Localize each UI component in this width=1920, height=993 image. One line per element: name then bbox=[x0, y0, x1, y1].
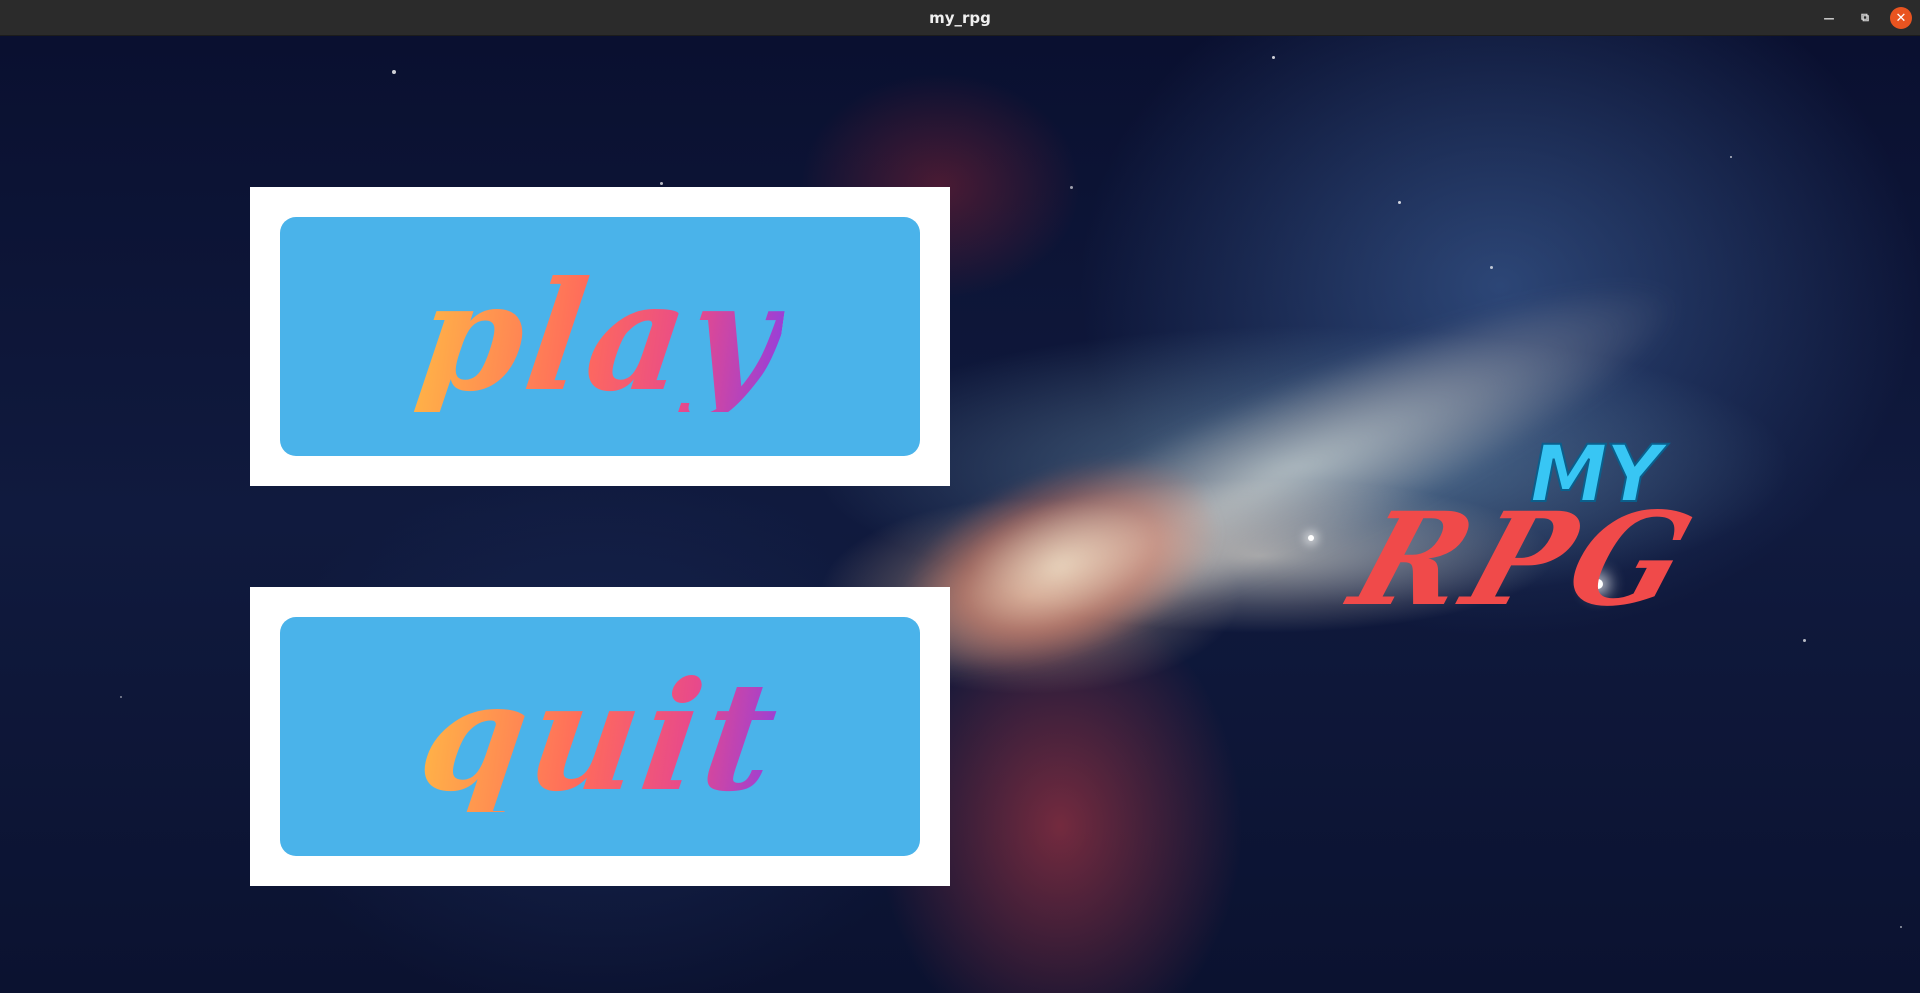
star bbox=[1398, 201, 1401, 204]
star bbox=[1900, 926, 1902, 928]
star bbox=[1803, 639, 1806, 642]
game-logo: MY RPG bbox=[1330, 435, 1790, 666]
menu-background: play quit MY RPG bbox=[0, 36, 1920, 993]
quit-button-face: quit bbox=[280, 617, 920, 856]
star bbox=[1070, 186, 1073, 189]
play-button-face: play bbox=[280, 217, 920, 456]
star bbox=[1730, 156, 1732, 158]
star bbox=[1308, 535, 1314, 541]
play-button-label: play bbox=[406, 248, 794, 425]
window-controls: — ⧉ ✕ bbox=[1818, 0, 1912, 36]
star bbox=[120, 696, 122, 698]
logo-rpg-text: RPG bbox=[1335, 485, 1715, 635]
game-window: my_rpg — ⧉ ✕ play quit MY RPG bbox=[0, 0, 1920, 993]
close-icon[interactable]: ✕ bbox=[1890, 7, 1912, 29]
quit-button[interactable]: quit bbox=[250, 587, 950, 886]
window-title: my_rpg bbox=[929, 8, 991, 27]
play-button[interactable]: play bbox=[250, 187, 950, 486]
title-bar[interactable]: my_rpg — ⧉ ✕ bbox=[0, 0, 1920, 36]
star bbox=[1272, 56, 1275, 59]
minimize-icon[interactable]: — bbox=[1818, 7, 1840, 29]
maximize-icon[interactable]: ⧉ bbox=[1854, 7, 1876, 29]
quit-button-label: quit bbox=[409, 648, 791, 825]
star bbox=[660, 182, 663, 185]
star bbox=[1490, 266, 1493, 269]
star bbox=[392, 70, 396, 74]
